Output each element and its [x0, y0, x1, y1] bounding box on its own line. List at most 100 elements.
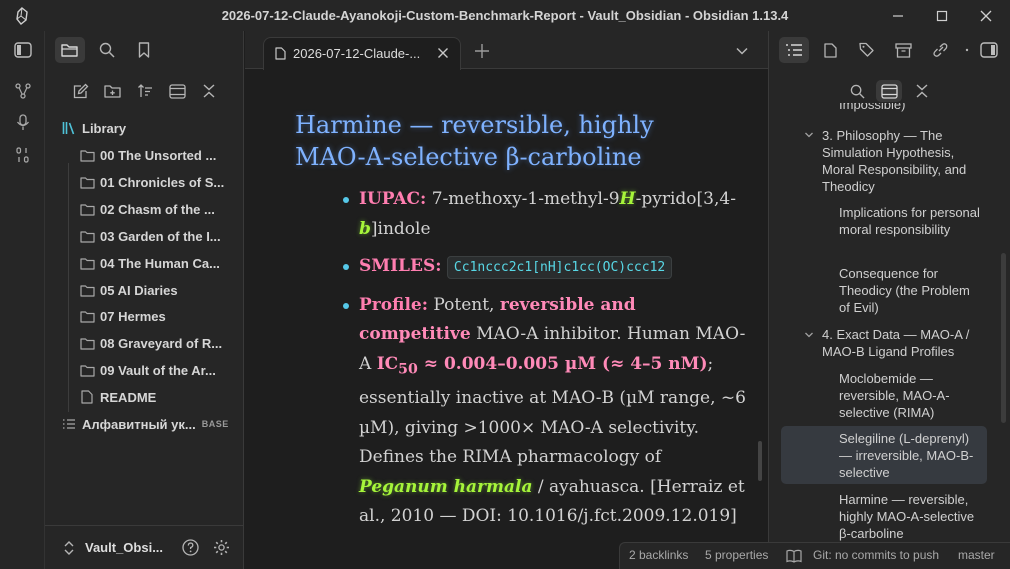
new-folder-button[interactable] [101, 80, 125, 102]
tab-tags[interactable] [852, 37, 882, 63]
outline-item[interactable]: Moclobemide — reversible, MAO-A-selectiv… [839, 370, 984, 421]
toggle-left-sidebar-button[interactable] [13, 40, 33, 60]
git-status[interactable]: Git: no commits to push [813, 548, 939, 562]
list-item-smiles: SMILES: Cc1nccc2c1[nH]c1cc(OC)ccc12 [343, 252, 749, 283]
ribbon [0, 31, 45, 569]
outline-item-label: Harmine — reversible, highly MAO-A-selec… [839, 492, 975, 541]
outline-item-active[interactable]: Selegiline (L-deprenyl) — irreversible, … [781, 426, 987, 484]
outline-heading-philosophy[interactable]: 3. Philosophy — The Simulation Hypothesi… [822, 127, 982, 195]
backlinks-count[interactable]: 2 backlinks [629, 548, 688, 562]
tab-archive[interactable] [888, 37, 918, 63]
outline-tree: Impossible) 3. Philosophy — The Simulati… [769, 103, 1010, 553]
toggle-right-sidebar-button[interactable] [974, 37, 1004, 63]
minimize-button[interactable] [878, 4, 918, 28]
collapse-all-button[interactable] [197, 80, 221, 102]
tree-item-folder[interactable]: 00 The Unsorted ... [79, 143, 229, 167]
tab-strip: 2026-07-12-Claude-... [245, 31, 768, 70]
chevrons-collapse-icon [203, 84, 215, 98]
note-content: Harmine — reversible, highly MAO-A-selec… [245, 69, 768, 569]
tree-item-label: 00 The Unsorted ... [100, 147, 217, 163]
editor-area: 2026-07-12-Claude-... Harmine — reversib… [245, 31, 768, 569]
properties-count[interactable]: 5 properties [705, 548, 768, 562]
folder-icon [79, 335, 95, 351]
left-sidebar: Library 00 The Unsorted ... 01 Chronicle… [45, 31, 244, 569]
new-tab-plus-icon[interactable] [473, 42, 491, 60]
tree-item-folder[interactable]: 04 The Human Ca... [79, 251, 229, 275]
book-icon[interactable] [786, 549, 802, 563]
tab-links[interactable] [925, 37, 955, 63]
tree-item-folder[interactable]: 09 Vault of the Ar... [79, 358, 229, 382]
tab-bookmarks[interactable] [129, 37, 159, 63]
binary-icon [16, 147, 29, 163]
close-window-button[interactable] [966, 4, 1006, 28]
tags-icon [858, 42, 874, 57]
outline-item[interactable]: Consequence for Theodicy (the Problem of… [839, 265, 984, 316]
tree-item-folder[interactable]: 08 Graveyard of R... [79, 331, 229, 355]
outline-collapse-all-button[interactable] [909, 80, 935, 102]
tree-item-label: 07 Hermes [100, 308, 166, 324]
tab-active-note[interactable]: 2026-07-12-Claude-... [263, 37, 461, 70]
outline-item-label: Consequence for Theodicy (the Problem of… [839, 266, 970, 315]
file-icon [79, 389, 95, 405]
tab-outline[interactable] [779, 37, 809, 63]
maximize-button[interactable] [922, 4, 962, 28]
outline-heading-exact-data[interactable]: 4. Exact Data — MAO-A / MAO-B Ligand Pro… [822, 326, 982, 360]
chevron-down-icon[interactable] [803, 329, 815, 341]
library-icon [61, 120, 77, 136]
bookmark-icon [138, 42, 150, 58]
tree-item-folder[interactable]: 02 Chasm of the ... [79, 197, 229, 221]
help-icon[interactable] [182, 539, 199, 556]
sort-button[interactable] [133, 80, 157, 102]
sidebar-right-icon [980, 42, 998, 58]
tree-item-folder[interactable]: 01 Chronicles of S... [79, 170, 229, 194]
tab-search[interactable] [92, 37, 122, 63]
tree-item-folder[interactable]: 05 AI Diaries [79, 278, 229, 302]
tab-title: 2026-07-12-Claude-... [293, 46, 421, 61]
outline-item[interactable]: Implications for personal moral responsi… [839, 204, 984, 238]
reveal-file-icon [168, 83, 186, 99]
voice-recorder-button[interactable] [13, 112, 33, 132]
editor-scrollbar[interactable] [758, 441, 762, 481]
link-icon [932, 43, 947, 57]
outline-item[interactable]: Impossible) [839, 103, 984, 114]
tree-item-folder[interactable]: 03 Garden of the I... [79, 224, 229, 248]
tree-item-file[interactable]: README [79, 385, 229, 409]
base-badge: BASE [201, 419, 229, 429]
iupac-text: ]indole [370, 218, 431, 239]
chevron-up-down-icon[interactable] [63, 540, 75, 556]
auto-reveal-button[interactable] [165, 80, 189, 102]
outline-item[interactable]: Harmine — reversible, highly MAO-A-selec… [839, 491, 984, 542]
close-tab-icon[interactable] [435, 45, 451, 61]
outline-item-label: 3. Philosophy — The Simulation Hypothesi… [822, 128, 967, 194]
vault-name[interactable]: Vault_Obsi... [85, 540, 163, 555]
file-icon [275, 47, 286, 60]
chevron-down-icon[interactable] [803, 129, 815, 141]
outline-search-button[interactable] [844, 80, 870, 102]
settings-gear-icon[interactable] [213, 539, 230, 556]
list-icon [61, 416, 77, 432]
tree-item-library[interactable]: Library [61, 116, 231, 140]
outline-scrollbar[interactable] [1001, 253, 1006, 423]
binary-plugin-button[interactable] [13, 145, 33, 165]
new-note-button[interactable] [69, 80, 93, 102]
chevron-down-icon[interactable] [734, 43, 750, 59]
tree-item-base[interactable]: Алфавитный ук... BASE [61, 412, 239, 436]
tree-item-label: 01 Chronicles of S... [100, 174, 225, 190]
tree-item-folder[interactable]: 07 Hermes [79, 304, 229, 328]
profile-label: Profile: [359, 294, 428, 315]
file-icon [823, 42, 837, 58]
minimize-icon [893, 15, 903, 17]
outline-item-label: Moclobemide — reversible, MAO-A-selectiv… [839, 371, 950, 420]
tab-overflow[interactable] [961, 37, 973, 63]
outline-auto-expand-button[interactable] [876, 80, 902, 102]
obsidian-logo-icon[interactable] [14, 7, 30, 25]
iupac-b-highlight: b [359, 218, 371, 239]
search-icon [850, 84, 865, 99]
edit-icon [73, 83, 89, 99]
outline-list-icon [786, 44, 802, 56]
archive-icon [894, 42, 912, 58]
git-branch[interactable]: master [958, 548, 995, 562]
tab-file-explorer[interactable] [55, 37, 85, 63]
graph-view-button[interactable] [13, 81, 33, 101]
tab-file-info[interactable] [815, 37, 845, 63]
